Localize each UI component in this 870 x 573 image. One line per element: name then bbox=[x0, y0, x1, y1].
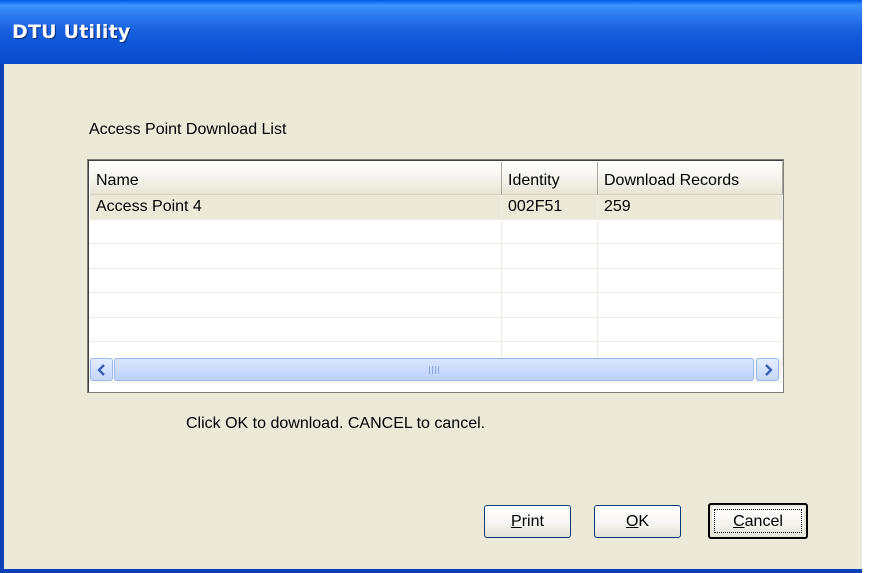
chevron-left-icon bbox=[96, 363, 105, 376]
list-rows: Access Point 4 002F51 259 bbox=[90, 195, 783, 367]
ok-button[interactable]: OK bbox=[594, 505, 681, 538]
instruction-text: Click OK to download. CANCEL to cancel. bbox=[186, 415, 486, 432]
window-bottom-border bbox=[0, 569, 862, 573]
print-button-mnemonic: P bbox=[511, 513, 522, 530]
list-label: Access Point Download List bbox=[89, 121, 287, 138]
column-header-name[interactable]: Name bbox=[90, 162, 502, 195]
table-row-empty bbox=[90, 293, 783, 318]
table-row-empty bbox=[90, 317, 783, 342]
cell-identity: 002F51 bbox=[502, 195, 598, 219]
table-row-empty bbox=[90, 268, 783, 293]
ok-button-label: K bbox=[638, 513, 650, 530]
chevron-right-icon bbox=[764, 363, 773, 376]
window-title: DTU Utility bbox=[12, 21, 131, 43]
print-button-label: rint bbox=[521, 513, 544, 530]
horizontal-scrollbar[interactable] bbox=[89, 358, 782, 383]
ok-button-mnemonic: O bbox=[625, 513, 639, 530]
cell-name: Access Point 4 bbox=[90, 195, 502, 219]
grip-icon bbox=[428, 361, 440, 379]
scroll-thumb[interactable] bbox=[114, 358, 754, 381]
table-row-empty bbox=[90, 244, 783, 269]
cancel-button[interactable]: Cancel bbox=[708, 503, 808, 539]
title-bar[interactable]: DTU Utility bbox=[0, 0, 862, 64]
cell-download-records: 259 bbox=[598, 195, 783, 219]
table-row[interactable]: Access Point 4 002F51 259 bbox=[90, 195, 783, 220]
scroll-right-button[interactable] bbox=[756, 358, 779, 381]
print-button[interactable]: Print bbox=[484, 505, 571, 538]
focus-ring bbox=[714, 509, 802, 533]
list-header: Name Identity Download Records bbox=[90, 162, 783, 195]
outside-area bbox=[862, 0, 870, 573]
table-row-empty bbox=[90, 219, 783, 244]
column-header-download-records[interactable]: Download Records bbox=[598, 162, 783, 195]
scroll-left-button[interactable] bbox=[90, 358, 113, 381]
column-header-identity[interactable]: Identity bbox=[502, 162, 598, 195]
